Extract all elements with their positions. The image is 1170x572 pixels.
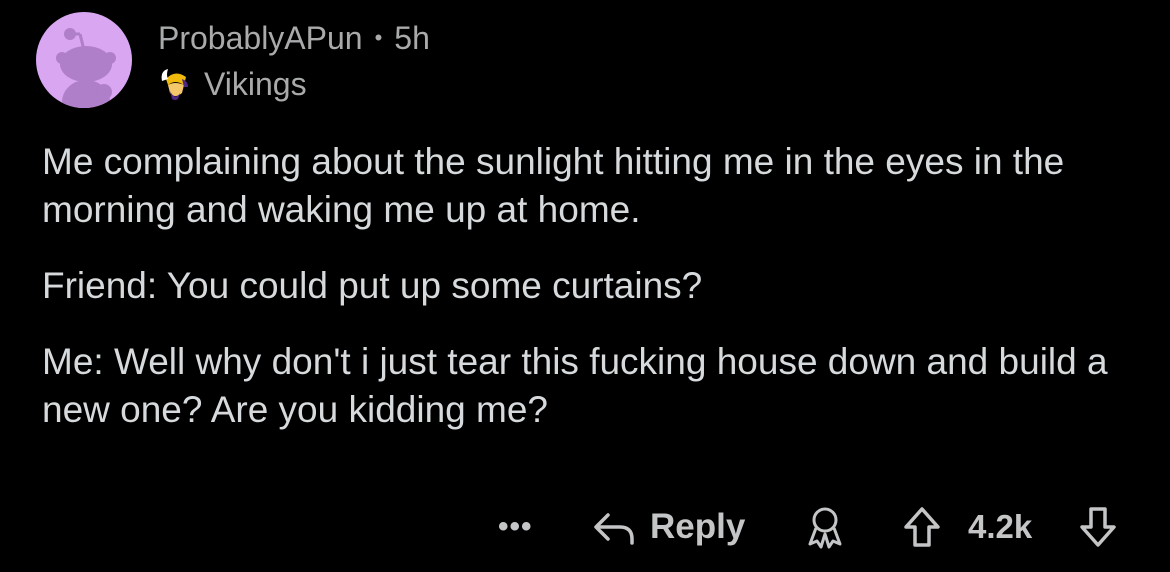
award-icon — [808, 507, 842, 549]
reply-button[interactable]: Reply — [592, 500, 745, 554]
vote-count: 4.2k — [968, 508, 1033, 545]
author-username[interactable]: ProbablyAPun — [158, 18, 363, 58]
reply-arrow-icon — [594, 513, 634, 545]
upvote-button[interactable] — [902, 500, 942, 554]
comment-body: Me complaining about the sunlight hittin… — [42, 138, 1142, 462]
more-options-icon: ••• — [498, 510, 533, 543]
comment-paragraph: Me: Well why don't i just tear this fuck… — [42, 341, 1108, 430]
comment-paragraph: Me complaining about the sunlight hittin… — [42, 141, 1065, 230]
comment-card: ProbablyAPun • 5h Vikings Me complaining… — [0, 0, 1170, 572]
downvote-arrow-icon — [1080, 507, 1116, 547]
award-button[interactable] — [804, 500, 846, 554]
flair-text: Vikings — [204, 66, 307, 102]
user-flair: Vikings — [158, 64, 430, 104]
vikings-logo-icon — [161, 69, 188, 100]
downvote-button[interactable] — [1078, 500, 1118, 554]
reply-label: Reply — [650, 507, 746, 546]
more-options-button[interactable]: ••• — [498, 500, 533, 554]
comment-actions-bar: ••• Reply 4.2k — [0, 500, 1170, 554]
comment-header: ProbablyAPun • 5h Vikings — [158, 18, 430, 104]
author-line: ProbablyAPun • 5h — [158, 18, 430, 58]
separator-dot: • — [374, 25, 383, 50]
upvote-arrow-icon — [904, 507, 940, 547]
comment-paragraph: Friend: You could put up some curtains? — [42, 265, 703, 306]
comment-age: 5h — [394, 20, 430, 56]
snoo-avatar-icon[interactable] — [36, 12, 132, 108]
